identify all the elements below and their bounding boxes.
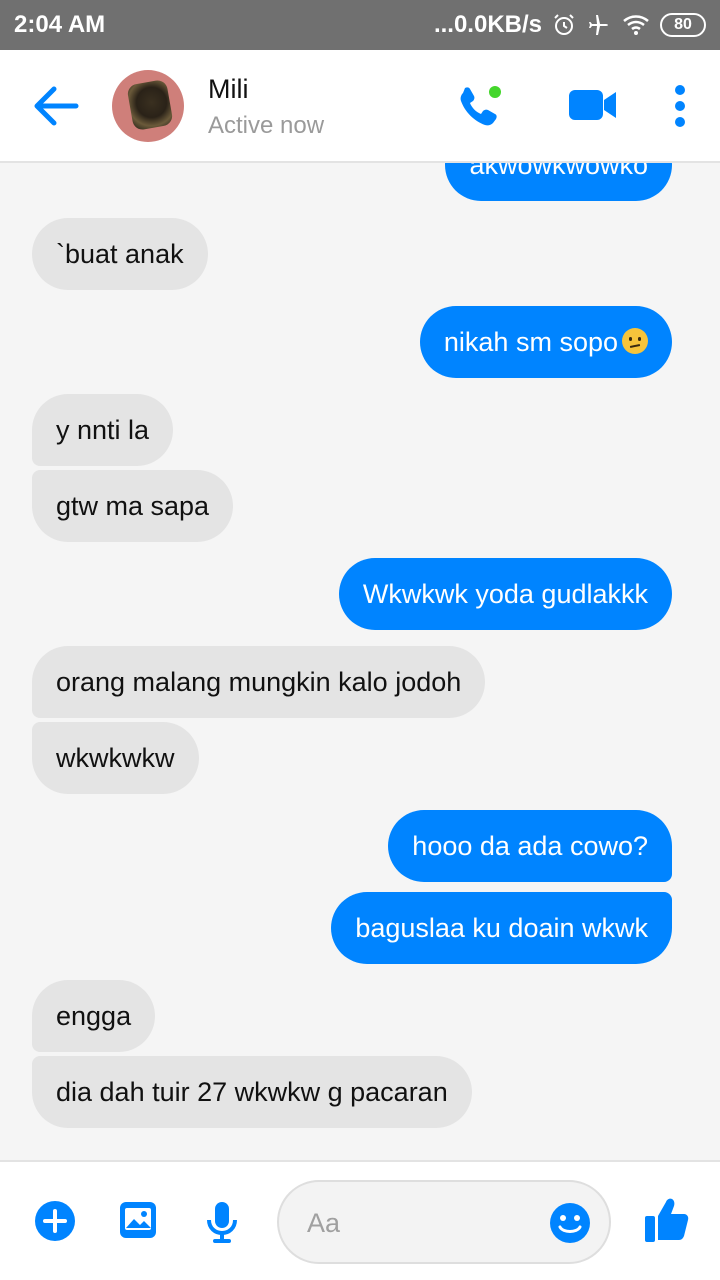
- video-camera-icon[interactable]: [568, 88, 618, 122]
- outgoing-message[interactable]: hooo da ada cowo?: [388, 810, 672, 882]
- status-icons: ...0.0KB/s 80: [434, 11, 706, 39]
- airplane-icon: [589, 15, 608, 35]
- conversation-header: Mili Active now: [0, 50, 720, 163]
- more-options-icon[interactable]: [670, 84, 690, 128]
- incoming-message[interactable]: gtw ma sapa: [32, 470, 234, 542]
- wifi-icon: [623, 15, 649, 35]
- confused-face-icon: [622, 327, 648, 354]
- outgoing-message[interactable]: nikah sm sopo: [419, 306, 672, 378]
- incoming-message[interactable]: `buat anak: [32, 218, 208, 290]
- outgoing-message[interactable]: akwowkwowko: [445, 163, 672, 201]
- incoming-message[interactable]: dia dah tuir 27 wkwkw g pacaran: [32, 1056, 472, 1128]
- contact-name[interactable]: Mili: [208, 74, 249, 105]
- incoming-message[interactable]: engga: [32, 980, 156, 1052]
- microphone-icon[interactable]: [204, 1200, 240, 1244]
- phone-icon[interactable]: [456, 84, 506, 132]
- status-time: 2:04 AM: [14, 11, 106, 38]
- message-input-placeholder: Aa: [307, 1208, 341, 1238]
- message-input[interactable]: Aa: [277, 1180, 611, 1264]
- thumbs-up-icon[interactable]: [644, 1196, 690, 1244]
- outgoing-message[interactable]: Wkwkwk yoda gudlakkk: [338, 558, 672, 630]
- status-bar: 2:04 AM ...0.0KB/s 80: [0, 0, 720, 50]
- image-icon[interactable]: [118, 1200, 158, 1240]
- active-status: Active now: [208, 112, 325, 139]
- battery-indicator: 80: [660, 13, 706, 37]
- outgoing-message[interactable]: baguslaa ku doain wkwk: [331, 892, 672, 964]
- message-text: nikah sm sopo: [443, 327, 618, 357]
- network-speed: ...0.0KB/s: [433, 11, 542, 38]
- avatar[interactable]: [112, 70, 184, 142]
- plus-icon[interactable]: [34, 1200, 76, 1242]
- alarm-icon: [554, 14, 574, 35]
- incoming-message[interactable]: orang malang mungkin kalo jodoh: [32, 646, 486, 718]
- message-thread[interactable]: akwowkwowko `buat anak nikah sm sopo y n…: [0, 163, 720, 1160]
- incoming-message[interactable]: wkwkwkw: [32, 722, 199, 794]
- back-arrow-icon[interactable]: [30, 83, 80, 129]
- emoji-icon[interactable]: [549, 1202, 591, 1244]
- incoming-message[interactable]: y nnti la: [32, 394, 174, 466]
- message-composer: Aa: [0, 1160, 720, 1280]
